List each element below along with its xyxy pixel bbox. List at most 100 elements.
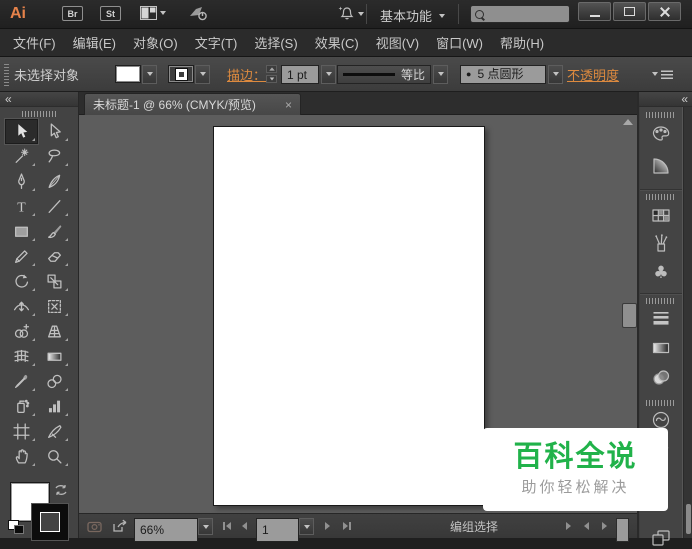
menu-file[interactable]: 文件(F) — [13, 33, 56, 52]
vertical-scrollbar-thumb[interactable] — [622, 303, 637, 328]
close-button[interactable] — [648, 2, 681, 21]
menu-view[interactable]: 视图(V) — [376, 33, 419, 52]
artboards-panel-button[interactable] — [640, 527, 682, 549]
cs-live-button[interactable] — [188, 5, 208, 27]
symbols-panel-button[interactable]: ♣ — [640, 261, 682, 283]
width-tool-button[interactable] — [5, 294, 38, 319]
stroke-weight-dropdown[interactable] — [321, 65, 336, 84]
eraser-tool-button[interactable] — [38, 244, 71, 269]
color-guide-panel-button[interactable] — [640, 155, 682, 177]
rectangle-tool-button[interactable] — [5, 219, 38, 244]
magic-wand-tool-button[interactable] — [5, 144, 38, 169]
stroke-color-dropdown[interactable] — [195, 65, 210, 84]
dock-grip[interactable] — [646, 298, 676, 304]
stroke-color-swatch[interactable] — [168, 65, 194, 83]
selection-tool-button[interactable] — [5, 119, 38, 144]
color-panel-button[interactable] — [640, 124, 682, 146]
gradient-tool-button[interactable] — [38, 344, 71, 369]
eyedropper-tool-button[interactable] — [5, 369, 38, 394]
dock-scrollbar-thumb[interactable] — [686, 504, 691, 534]
type-tool-button[interactable]: T — [5, 194, 38, 219]
gradient-panel-button[interactable] — [640, 337, 682, 359]
pencil-tool-button[interactable] — [5, 244, 38, 269]
scroll-right-arrow[interactable] — [599, 514, 610, 538]
menu-effect[interactable]: 效果(C) — [315, 33, 359, 52]
menu-select[interactable]: 选择(S) — [254, 33, 297, 52]
control-panel-menu-button[interactable] — [652, 70, 673, 79]
maximize-button[interactable] — [613, 2, 646, 21]
stroke-weight-input[interactable]: 1 pt — [281, 65, 319, 84]
hand-tool-button[interactable] — [5, 444, 38, 469]
pen-tool-button[interactable] — [5, 169, 38, 194]
zoom-tool-button[interactable] — [38, 444, 71, 469]
menu-type[interactable]: 文字(T) — [195, 33, 238, 52]
next-artboard-button[interactable] — [322, 514, 333, 538]
scroll-up-arrow[interactable] — [623, 119, 633, 125]
stroke-swatch-proxy[interactable] — [31, 503, 69, 541]
shape-builder-tool-button[interactable] — [5, 319, 38, 344]
width-profile-dropdown[interactable] — [433, 65, 448, 84]
line-segment-tool-button[interactable] — [38, 194, 71, 219]
share-icon[interactable] — [112, 514, 129, 538]
tab-close-icon[interactable]: × — [285, 99, 292, 111]
dock-header[interactable]: « — [639, 92, 692, 107]
default-fill-stroke-button[interactable] — [8, 520, 23, 532]
scale-tool-button[interactable] — [38, 269, 71, 294]
fill-color-swatch[interactable] — [115, 65, 141, 83]
horizontal-scrollbar-thumb[interactable] — [616, 518, 629, 542]
paintbrush-tool-button[interactable] — [38, 219, 71, 244]
brushes-panel-button[interactable] — [640, 233, 682, 255]
zoom-level-dropdown[interactable] — [198, 518, 213, 535]
first-artboard-button[interactable] — [220, 514, 234, 538]
stock-button[interactable]: St — [100, 6, 121, 21]
status-menu-arrow[interactable] — [566, 514, 571, 538]
dock-grip[interactable] — [646, 194, 676, 200]
column-graph-tool-button[interactable] — [38, 394, 71, 419]
symbol-sprayer-tool-button[interactable] — [5, 394, 38, 419]
brush-select[interactable]: ● 5 点圆形 — [460, 65, 546, 84]
stroke-panel-link[interactable]: 描边： — [227, 65, 266, 84]
artboard-canvas[interactable] — [213, 126, 485, 506]
tools-panel-header[interactable]: « — [0, 92, 78, 107]
artboard-number-dropdown[interactable] — [299, 518, 314, 535]
blend-tool-button[interactable] — [38, 369, 71, 394]
direct-selection-tool-button[interactable] — [38, 119, 71, 144]
menu-help[interactable]: 帮助(H) — [500, 33, 544, 52]
perspective-grid-tool-button[interactable] — [38, 319, 71, 344]
free-transform-tool-button[interactable] — [38, 294, 71, 319]
control-bar-grip[interactable] — [4, 62, 9, 86]
rotate-tool-button[interactable] — [5, 269, 38, 294]
lasso-tool-button[interactable] — [38, 144, 71, 169]
stroke-weight-stepper[interactable] — [266, 65, 277, 83]
bridge-button[interactable]: Br — [62, 6, 83, 21]
document-tab[interactable]: 未标题-1 @ 66% (CMYK/预览) × — [84, 93, 301, 115]
workspace-switcher[interactable]: 基本功能 — [380, 6, 445, 25]
menu-window[interactable]: 窗口(W) — [436, 33, 483, 52]
search-input[interactable] — [470, 5, 570, 23]
dock-grip[interactable] — [646, 112, 676, 118]
artboard-tool-button[interactable] — [5, 419, 38, 444]
curvature-pen-tool-button[interactable] — [38, 169, 71, 194]
mesh-tool-button[interactable] — [5, 344, 38, 369]
last-artboard-button[interactable] — [340, 514, 354, 538]
tools-panel-grip[interactable] — [22, 111, 58, 117]
sync-status-button[interactable] — [337, 5, 364, 22]
swap-fill-stroke-icon[interactable] — [54, 484, 68, 496]
menu-edit[interactable]: 编辑(E) — [73, 33, 116, 52]
transparency-panel-button[interactable] — [640, 367, 682, 389]
dock-grip[interactable] — [646, 400, 676, 406]
arrange-documents-button[interactable] — [140, 6, 166, 20]
stroke-panel-button[interactable] — [640, 307, 682, 329]
artboard-number-input[interactable]: 1 — [256, 518, 299, 542]
opacity-panel-link[interactable]: 不透明度 — [567, 65, 619, 84]
previous-artboard-button[interactable] — [239, 514, 250, 538]
minimize-button[interactable] — [578, 2, 611, 21]
fill-color-dropdown[interactable] — [142, 65, 157, 84]
swatches-panel-button[interactable] — [640, 205, 682, 227]
content-collector-icon[interactable] — [87, 514, 103, 538]
scroll-left-arrow[interactable] — [581, 514, 592, 538]
slice-tool-button[interactable] — [38, 419, 71, 444]
brush-dropdown[interactable] — [548, 65, 563, 84]
zoom-level-input[interactable]: 66% — [134, 518, 198, 542]
menu-object[interactable]: 对象(O) — [133, 33, 178, 52]
